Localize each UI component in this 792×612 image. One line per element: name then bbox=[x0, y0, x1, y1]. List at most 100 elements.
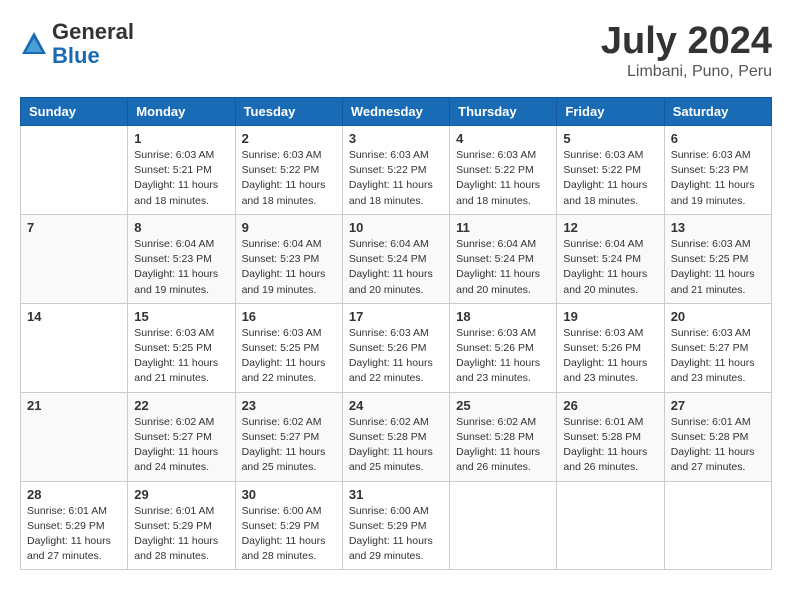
logo: General Blue bbox=[20, 20, 134, 68]
day-number: 4 bbox=[456, 131, 550, 146]
day-info: Sunrise: 6:03 AM Sunset: 5:22 PM Dayligh… bbox=[563, 148, 657, 209]
logo-icon bbox=[20, 30, 48, 58]
calendar-day-cell: 24 Sunrise: 6:02 AM Sunset: 5:28 PM Dayli… bbox=[342, 392, 449, 481]
day-info: Sunrise: 6:02 AM Sunset: 5:27 PM Dayligh… bbox=[134, 415, 228, 476]
day-number: 13 bbox=[671, 220, 765, 235]
calendar-day-cell: 21 bbox=[21, 392, 128, 481]
day-number: 5 bbox=[563, 131, 657, 146]
day-number: 15 bbox=[134, 309, 228, 324]
calendar-day-cell: 19 Sunrise: 6:03 AM Sunset: 5:26 PM Dayli… bbox=[557, 303, 664, 392]
day-info: Sunrise: 6:03 AM Sunset: 5:26 PM Dayligh… bbox=[456, 326, 550, 387]
day-number: 29 bbox=[134, 487, 228, 502]
calendar-day-cell: 26 Sunrise: 6:01 AM Sunset: 5:28 PM Dayli… bbox=[557, 392, 664, 481]
day-number: 25 bbox=[456, 398, 550, 413]
day-number: 17 bbox=[349, 309, 443, 324]
calendar-week-row: 1Sunrise: 6:03 AM Sunset: 5:21 PM Daylig… bbox=[21, 126, 772, 215]
day-number: 2 bbox=[242, 131, 336, 146]
day-info: Sunrise: 6:04 AM Sunset: 5:23 PM Dayligh… bbox=[242, 237, 336, 298]
day-info: Sunrise: 6:04 AM Sunset: 5:24 PM Dayligh… bbox=[563, 237, 657, 298]
day-number: 23 bbox=[242, 398, 336, 413]
day-number: 8 bbox=[134, 220, 228, 235]
day-number: 27 bbox=[671, 398, 765, 413]
calendar-day-cell: 1Sunrise: 6:03 AM Sunset: 5:21 PM Daylig… bbox=[128, 126, 235, 215]
day-number: 3 bbox=[349, 131, 443, 146]
day-number: 26 bbox=[563, 398, 657, 413]
calendar-week-row: 1415Sunrise: 6:03 AM Sunset: 5:25 PM Day… bbox=[21, 303, 772, 392]
calendar-week-row: 21 22 Sunrise: 6:02 AM Sunset: 5:27 PM Day… bbox=[21, 392, 772, 481]
day-info: Sunrise: 6:03 AM Sunset: 5:23 PM Dayligh… bbox=[671, 148, 765, 209]
day-number: 6 bbox=[671, 131, 765, 146]
calendar-day-cell: 22 Sunrise: 6:02 AM Sunset: 5:27 PM Dayli… bbox=[128, 392, 235, 481]
calendar-day-cell: 11 Sunrise: 6:04 AM Sunset: 5:24 PM Dayli… bbox=[450, 214, 557, 303]
day-info: Sunrise: 6:03 AM Sunset: 5:21 PM Dayligh… bbox=[134, 148, 228, 209]
calendar-day-cell: 7 bbox=[21, 214, 128, 303]
calendar-day-cell bbox=[557, 481, 664, 570]
calendar-day-cell: 5 Sunrise: 6:03 AM Sunset: 5:22 PM Daylig… bbox=[557, 126, 664, 215]
calendar-day-cell: 16Sunrise: 6:03 AM Sunset: 5:25 PM Dayli… bbox=[235, 303, 342, 392]
day-number: 21 bbox=[27, 398, 121, 413]
title-area: July 2024 Limbani, Puno, Peru bbox=[601, 20, 772, 81]
day-number: 28 bbox=[27, 487, 121, 502]
calendar-day-cell: 28 Sunrise: 6:01 AM Sunset: 5:29 PM Dayli… bbox=[21, 481, 128, 570]
day-info: Sunrise: 6:01 AM Sunset: 5:29 PM Dayligh… bbox=[134, 504, 228, 565]
calendar-body: 1Sunrise: 6:03 AM Sunset: 5:21 PM Daylig… bbox=[21, 126, 772, 570]
calendar-day-cell: 6 Sunrise: 6:03 AM Sunset: 5:23 PM Daylig… bbox=[664, 126, 771, 215]
day-info: Sunrise: 6:04 AM Sunset: 5:23 PM Dayligh… bbox=[134, 237, 228, 298]
weekday-header-cell: Saturday bbox=[664, 98, 771, 126]
calendar-day-cell: 3 Sunrise: 6:03 AM Sunset: 5:22 PM Daylig… bbox=[342, 126, 449, 215]
calendar-day-cell: 18Sunrise: 6:03 AM Sunset: 5:26 PM Dayli… bbox=[450, 303, 557, 392]
calendar-day-cell: 10 Sunrise: 6:04 AM Sunset: 5:24 PM Dayli… bbox=[342, 214, 449, 303]
weekday-header-cell: Thursday bbox=[450, 98, 557, 126]
calendar-day-cell: 8 Sunrise: 6:04 AM Sunset: 5:23 PM Daylig… bbox=[128, 214, 235, 303]
weekday-header-cell: Wednesday bbox=[342, 98, 449, 126]
day-info: Sunrise: 6:03 AM Sunset: 5:22 PM Dayligh… bbox=[242, 148, 336, 209]
day-number: 10 bbox=[349, 220, 443, 235]
weekday-header-row: SundayMondayTuesdayWednesdayThursdayFrid… bbox=[21, 98, 772, 126]
page-header: General Blue July 2024 Limbani, Puno, Pe… bbox=[20, 20, 772, 81]
calendar-day-cell: 31Sunrise: 6:00 AM Sunset: 5:29 PM Dayli… bbox=[342, 481, 449, 570]
calendar-day-cell bbox=[450, 481, 557, 570]
day-number: 14 bbox=[27, 309, 121, 324]
calendar-day-cell: 30Sunrise: 6:00 AM Sunset: 5:29 PM Dayli… bbox=[235, 481, 342, 570]
day-info: Sunrise: 6:02 AM Sunset: 5:28 PM Dayligh… bbox=[349, 415, 443, 476]
location-subtitle: Limbani, Puno, Peru bbox=[601, 63, 772, 81]
calendar-day-cell: 2 Sunrise: 6:03 AM Sunset: 5:22 PM Daylig… bbox=[235, 126, 342, 215]
weekday-header-cell: Sunday bbox=[21, 98, 128, 126]
day-info: Sunrise: 6:02 AM Sunset: 5:27 PM Dayligh… bbox=[242, 415, 336, 476]
logo-blue-text: Blue bbox=[52, 44, 134, 68]
calendar-day-cell: 25 Sunrise: 6:02 AM Sunset: 5:28 PM Dayli… bbox=[450, 392, 557, 481]
day-number: 20 bbox=[671, 309, 765, 324]
day-number: 12 bbox=[563, 220, 657, 235]
day-info: Sunrise: 6:01 AM Sunset: 5:29 PM Dayligh… bbox=[27, 504, 121, 565]
logo-general-text: General bbox=[52, 20, 134, 44]
weekday-header-cell: Monday bbox=[128, 98, 235, 126]
day-info: Sunrise: 6:04 AM Sunset: 5:24 PM Dayligh… bbox=[349, 237, 443, 298]
day-info: Sunrise: 6:03 AM Sunset: 5:22 PM Dayligh… bbox=[349, 148, 443, 209]
day-info: Sunrise: 6:02 AM Sunset: 5:28 PM Dayligh… bbox=[456, 415, 550, 476]
weekday-header-cell: Tuesday bbox=[235, 98, 342, 126]
day-number: 22 bbox=[134, 398, 228, 413]
day-info: Sunrise: 6:03 AM Sunset: 5:26 PM Dayligh… bbox=[563, 326, 657, 387]
calendar-day-cell: 15Sunrise: 6:03 AM Sunset: 5:25 PM Dayli… bbox=[128, 303, 235, 392]
day-number: 11 bbox=[456, 220, 550, 235]
calendar-day-cell: 12 Sunrise: 6:04 AM Sunset: 5:24 PM Dayli… bbox=[557, 214, 664, 303]
calendar-day-cell: 14 bbox=[21, 303, 128, 392]
calendar-day-cell: 20Sunrise: 6:03 AM Sunset: 5:27 PM Dayli… bbox=[664, 303, 771, 392]
day-number: 24 bbox=[349, 398, 443, 413]
day-number: 19 bbox=[563, 309, 657, 324]
day-number: 9 bbox=[242, 220, 336, 235]
day-info: Sunrise: 6:01 AM Sunset: 5:28 PM Dayligh… bbox=[671, 415, 765, 476]
calendar-day-cell: 17 Sunrise: 6:03 AM Sunset: 5:26 PM Dayli… bbox=[342, 303, 449, 392]
day-number: 7 bbox=[27, 220, 121, 235]
day-info: Sunrise: 6:01 AM Sunset: 5:28 PM Dayligh… bbox=[563, 415, 657, 476]
calendar-day-cell: 9 Sunrise: 6:04 AM Sunset: 5:23 PM Daylig… bbox=[235, 214, 342, 303]
calendar-table: SundayMondayTuesdayWednesdayThursdayFrid… bbox=[20, 97, 772, 570]
day-info: Sunrise: 6:00 AM Sunset: 5:29 PM Dayligh… bbox=[349, 504, 443, 565]
calendar-day-cell: 13 Sunrise: 6:03 AM Sunset: 5:25 PM Dayli… bbox=[664, 214, 771, 303]
calendar-day-cell: 4 Sunrise: 6:03 AM Sunset: 5:22 PM Daylig… bbox=[450, 126, 557, 215]
day-info: Sunrise: 6:03 AM Sunset: 5:25 PM Dayligh… bbox=[242, 326, 336, 387]
day-info: Sunrise: 6:03 AM Sunset: 5:25 PM Dayligh… bbox=[671, 237, 765, 298]
day-info: Sunrise: 6:03 AM Sunset: 5:22 PM Dayligh… bbox=[456, 148, 550, 209]
day-info: Sunrise: 6:04 AM Sunset: 5:24 PM Dayligh… bbox=[456, 237, 550, 298]
day-info: Sunrise: 6:03 AM Sunset: 5:26 PM Dayligh… bbox=[349, 326, 443, 387]
